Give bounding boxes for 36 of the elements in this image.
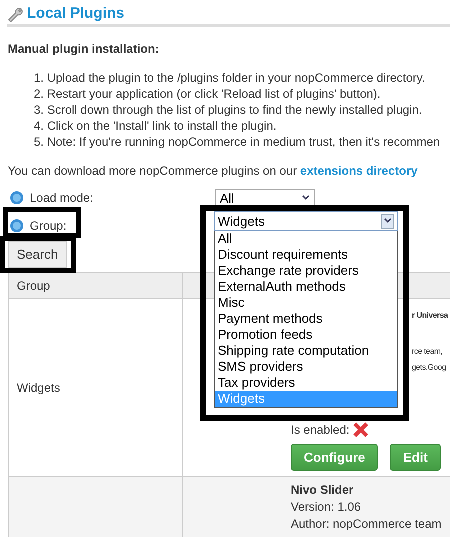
dropdown-option[interactable]: SMS providers xyxy=(215,359,397,375)
download-note: You can download more nopCommerce plugins on our extensions directory xyxy=(8,164,419,178)
plugin-text: rce team, xyxy=(412,346,444,358)
plugin-version: Version: 1.06 xyxy=(291,500,362,514)
section-heading: Manual plugin installation: xyxy=(8,42,160,56)
chevron-down-icon xyxy=(302,195,310,201)
dropdown-option[interactable]: Tax providers xyxy=(215,375,397,391)
enabled-label: Is enabled: xyxy=(291,423,350,437)
instruction-step: 1. Upload the plugin to the /plugins folder in your nopCommerce directory. xyxy=(34,70,450,86)
filter-label: Load mode: xyxy=(30,191,94,205)
help-icon[interactable] xyxy=(10,191,24,205)
chevron-down-icon xyxy=(384,218,392,224)
instruction-step: 4. Click on the 'Install' link to install the plugin. xyxy=(34,118,450,134)
extensions-link[interactable]: extensions directory xyxy=(300,164,418,178)
load-mode-select[interactable]: All xyxy=(215,189,315,207)
plugin-text: r Universa xyxy=(412,310,450,322)
search-button[interactable]: Search xyxy=(8,241,68,268)
wrench-icon xyxy=(7,6,23,22)
dropdown-option[interactable]: Exchange rate providers xyxy=(215,263,397,279)
instruction-step: 5. Note: If you're running nopCommerce in medium trust, then it's recommen xyxy=(34,134,450,150)
dropdown-option[interactable]: All xyxy=(215,231,397,247)
page-title: Local Plugins xyxy=(27,5,125,22)
instruction-step: 3. Scroll down through the list of plugins to find the newly installed plugin. xyxy=(34,102,450,118)
dropdown-option[interactable]: Misc xyxy=(215,295,397,311)
instruction-step: 2. Restart your application (or click 'Reload list of plugins' button). xyxy=(34,86,450,102)
plugin-text: gets.Goog xyxy=(412,362,448,374)
plugin-name: Nivo Slider xyxy=(291,483,355,497)
dropdown-option[interactable]: Payment methods xyxy=(215,311,397,327)
help-icon[interactable] xyxy=(10,219,24,233)
filter-label: Group: xyxy=(30,219,67,233)
group-select[interactable]: Widgets xyxy=(214,211,398,231)
dropdown-option[interactable]: Discount requirements xyxy=(215,247,397,263)
column-header: Group xyxy=(8,272,182,298)
dropdown-option[interactable]: Promotion feeds xyxy=(215,327,397,343)
dropdown-option[interactable]: Shipping rate computation xyxy=(215,343,397,359)
plugin-author: Author: nopCommerce team xyxy=(291,517,443,531)
